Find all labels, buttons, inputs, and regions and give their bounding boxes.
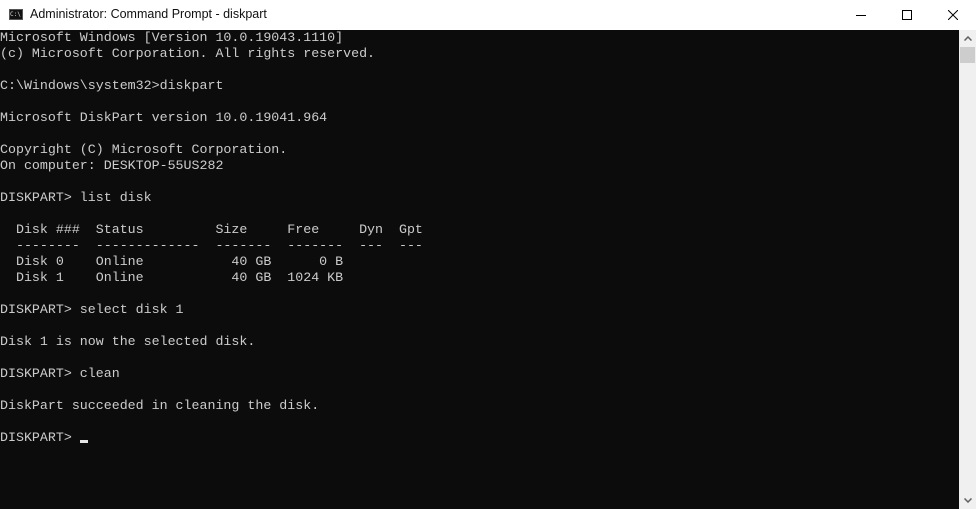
console-line: DISKPART> clean	[0, 366, 120, 382]
console-line-text: Microsoft Windows [Version 10.0.19043.11…	[0, 30, 344, 45]
console-line-text: Disk 1 is now the selected disk.	[0, 334, 256, 349]
console-line: -------- ------------- ------- ------- -…	[0, 238, 423, 254]
scroll-thumb[interactable]	[960, 47, 975, 63]
console-line-text: DISKPART> clean	[0, 366, 120, 381]
window-title: Administrator: Command Prompt - diskpart	[30, 7, 267, 21]
console-line-text: DISKPART> list disk	[0, 190, 152, 205]
console-line: DISKPART> select disk 1	[0, 302, 184, 318]
scroll-down-button[interactable]	[959, 492, 976, 509]
console-line: On computer: DESKTOP-55US282	[0, 158, 223, 174]
console-line: Copyright (C) Microsoft Corporation.	[0, 142, 287, 158]
console-line-text: Copyright (C) Microsoft Corporation.	[0, 142, 288, 157]
command-prompt-line: DISKPART>	[0, 430, 88, 446]
chevron-down-icon	[963, 498, 972, 503]
console-output[interactable]: Microsoft Windows [Version 10.0.19043.11…	[0, 30, 959, 509]
title-bar[interactable]: C:\ Administrator: Command Prompt - disk…	[0, 0, 976, 30]
console-line-text: DISKPART> select disk 1	[0, 302, 184, 317]
scroll-up-button[interactable]	[959, 30, 976, 47]
console-line: Disk 0 Online 40 GB 0 B	[0, 254, 343, 270]
console-line-text: C:\Windows\system32>diskpart	[0, 78, 224, 93]
console-line: (c) Microsoft Corporation. All rights re…	[0, 46, 375, 62]
console-line: Disk 1 is now the selected disk.	[0, 334, 255, 350]
maximize-button[interactable]	[884, 0, 930, 30]
console-line: DiskPart succeeded in cleaning the disk.	[0, 398, 319, 414]
text-cursor	[79, 440, 88, 443]
chevron-up-icon	[963, 36, 972, 41]
console-line-text: -------- ------------- ------- ------- -…	[0, 238, 423, 253]
console-line: Disk 1 Online 40 GB 1024 KB	[0, 270, 343, 286]
cmd-icon: C:\	[9, 9, 23, 20]
close-button[interactable]	[930, 0, 976, 30]
maximize-icon	[902, 10, 912, 20]
console-line-text: DiskPart succeeded in cleaning the disk.	[0, 398, 320, 413]
console-line-text: Disk 1 Online 40 GB 1024 KB	[0, 270, 344, 285]
console-line: Microsoft DiskPart version 10.0.19041.96…	[0, 110, 327, 126]
console-line-text: On computer: DESKTOP-55US282	[0, 158, 224, 173]
close-icon	[948, 10, 958, 20]
console-line-text: DISKPART>	[0, 430, 80, 445]
console-line: C:\Windows\system32>diskpart	[0, 78, 223, 94]
console-line-text: Disk ### Status Size Free Dyn Gpt	[0, 222, 423, 237]
console-line: Disk ### Status Size Free Dyn Gpt	[0, 222, 423, 238]
vertical-scrollbar[interactable]	[959, 30, 976, 509]
console-line: Microsoft Windows [Version 10.0.19043.11…	[0, 30, 343, 46]
console-line-text: Microsoft DiskPart version 10.0.19041.96…	[0, 110, 328, 125]
console-line-text: Disk 0 Online 40 GB 0 B	[0, 254, 344, 269]
minimize-icon	[856, 15, 866, 16]
console-line-text: (c) Microsoft Corporation. All rights re…	[0, 46, 376, 61]
console-line: DISKPART> list disk	[0, 190, 152, 206]
minimize-button[interactable]	[838, 0, 884, 30]
